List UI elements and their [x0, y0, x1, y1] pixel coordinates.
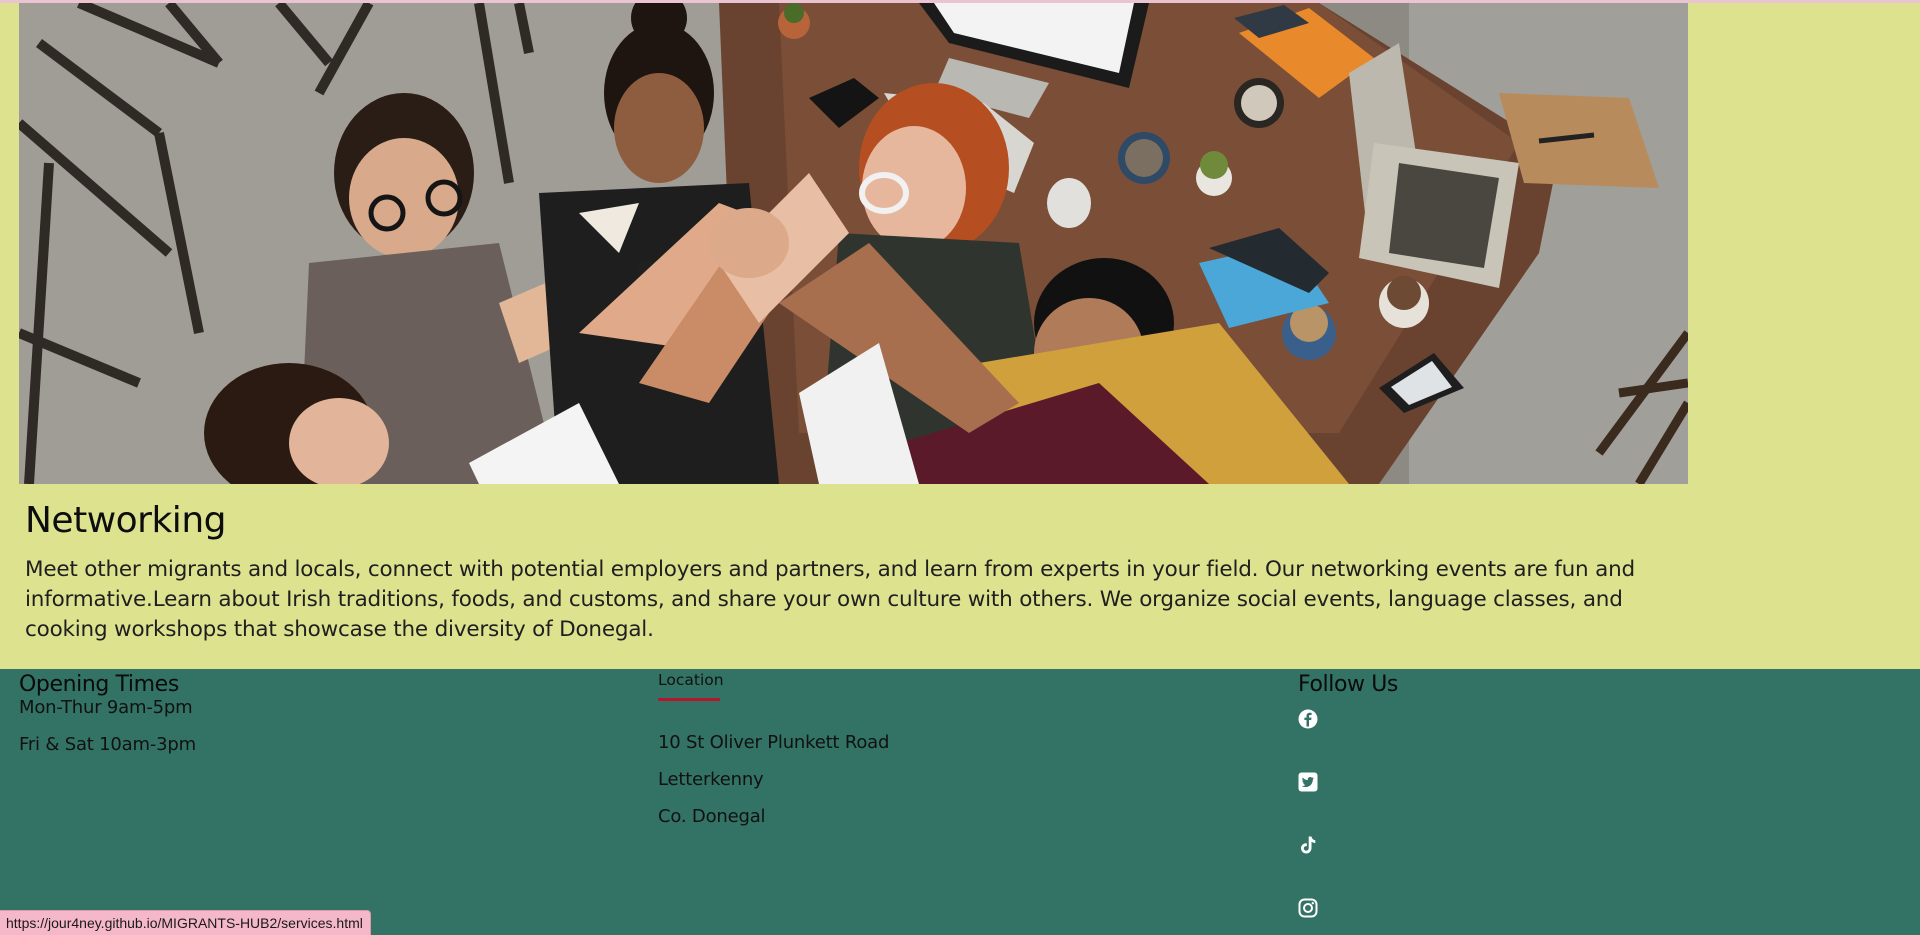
facebook-icon[interactable]: [1298, 709, 1320, 731]
networking-photo: [19, 3, 1688, 484]
address-county: Co. Donegal: [658, 806, 766, 827]
location-heading: Location: [658, 671, 724, 689]
address-town: Letterkenny: [658, 769, 764, 790]
service-card: Networking Meet other migrants and local…: [19, 3, 1688, 645]
tiktok-icon[interactable]: [1298, 835, 1320, 857]
twitter-icon[interactable]: [1298, 772, 1320, 794]
opening-times-section: Opening Times Mon-Thur 9am-5pm Fri & Sat…: [19, 669, 196, 756]
site-footer: Opening Times Mon-Thur 9am-5pm Fri & Sat…: [0, 669, 1920, 935]
opening-times-weekdays: Mon-Thur 9am-5pm: [19, 697, 193, 718]
service-description: Meet other migrants and locals, connect …: [25, 557, 1635, 642]
location-section: Location 10 St Oliver Plunkett Road Lett…: [658, 669, 889, 828]
address-street: 10 St Oliver Plunkett Road: [658, 732, 890, 753]
opening-times-weekend: Fri & Sat 10am-3pm: [19, 734, 196, 755]
opening-times-heading: Opening Times: [19, 672, 179, 697]
follow-us-section: Follow Us: [1298, 669, 1398, 920]
service-title: Networking: [25, 500, 226, 541]
follow-us-heading: Follow Us: [1298, 672, 1398, 697]
link-preview-status: https://jour4ney.github.io/MIGRANTS-HUB2…: [0, 910, 371, 935]
instagram-icon[interactable]: [1298, 898, 1320, 920]
location-heading-underline: [658, 698, 720, 701]
